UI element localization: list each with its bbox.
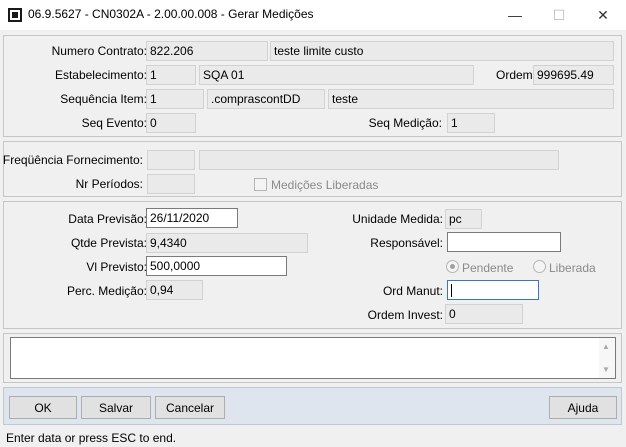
frequencia-field (147, 150, 195, 170)
frequencia-label: Freqüência Fornecimento: (2, 153, 143, 167)
liberada-radio[interactable] (533, 260, 546, 273)
ajuda-button[interactable]: Ajuda (549, 396, 617, 419)
qtde-prevista-label: Qtde Prevista: (70, 236, 147, 250)
estabelecimento-field: 1 (146, 65, 196, 85)
sequencia-item-field: 1 (146, 89, 204, 109)
numero-contrato-label: Numero Contrato: (51, 44, 147, 58)
perc-medicao-label: Perc. Medição: (66, 284, 147, 298)
maximize-button[interactable]: ☐ (536, 0, 582, 30)
item-desc-field: teste (328, 89, 614, 109)
scroll-up-icon[interactable]: ▲ (602, 342, 610, 351)
liberada-label: Liberada (549, 261, 596, 275)
data-previsao-input[interactable]: 26/11/2020 (146, 208, 238, 228)
medicoes-liberadas-checkbox[interactable] (254, 178, 267, 191)
status-bar-text: Enter data or press ESC to end. (6, 431, 177, 445)
frequencia-desc-field (199, 150, 559, 170)
seq-medicao-label: Seq Medição: (368, 116, 442, 130)
vl-previsto-input[interactable]: 500,0000 (146, 256, 287, 276)
ordem-invest-label: Ordem Invest: (367, 308, 443, 322)
nr-periodos-field (147, 174, 195, 194)
numero-contrato-field: 822.206 (146, 41, 268, 61)
contrato-desc-field: teste limite custo (270, 41, 614, 61)
memo-textarea[interactable]: ▲ ▼ (10, 337, 616, 379)
contract-info-group: Numero Contrato: 822.206 teste limite cu… (3, 35, 622, 137)
button-bar: OK Salvar Cancelar Ajuda (3, 387, 622, 425)
vl-previsto-label: Vl Previsto: (86, 260, 147, 274)
responsavel-label: Responsável: (370, 236, 443, 250)
estabelecimento-desc-field: SQA 01 (199, 65, 474, 85)
seq-evento-field: 0 (146, 113, 196, 133)
minimize-button[interactable]: — (492, 0, 538, 30)
measurement-group: Data Previsão: 26/11/2020 Qtde Prevista:… (3, 201, 622, 329)
memo-group: ▲ ▼ (3, 333, 622, 383)
item-code-field: .comprascontDD (207, 89, 325, 109)
ordem-label: Ordem: (496, 68, 537, 82)
unidade-medida-label: Unidade Medida: (352, 212, 443, 226)
pendente-label: Pendente (462, 261, 514, 275)
ok-button[interactable]: OK (9, 396, 77, 419)
title-bar: 06.9.5627 - CN0302A - 2.00.00.008 - Gera… (0, 0, 626, 30)
close-button[interactable]: ✕ (580, 0, 626, 30)
unidade-medida-field: pc (445, 209, 482, 229)
app-icon (8, 8, 22, 22)
ord-manut-label: Ord Manut: (382, 284, 443, 298)
perc-medicao-field: 0,94 (146, 280, 203, 300)
salvar-button[interactable]: Salvar (81, 396, 151, 419)
seq-medicao-field: 1 (447, 113, 495, 133)
text-caret (451, 284, 452, 297)
scroll-down-icon[interactable]: ▼ (602, 365, 610, 374)
data-previsao-label: Data Previsão: (68, 212, 147, 226)
qtde-prevista-field: 9,4340 (146, 233, 308, 253)
nr-periodos-label: Nr Períodos: (75, 177, 143, 191)
supply-group: Freqüência Fornecimento: Nr Períodos: Me… (3, 141, 622, 197)
seq-evento-label: Seq Evento: (81, 116, 147, 130)
responsavel-input[interactable] (447, 232, 561, 252)
sequencia-item-label: Sequência Item: (60, 92, 147, 106)
estabelecimento-label: Estabelecimento: (54, 68, 147, 82)
ordem-invest-field: 0 (445, 304, 523, 324)
window-title: 06.9.5627 - CN0302A - 2.00.00.008 - Gera… (28, 7, 314, 21)
pendente-radio[interactable] (446, 260, 459, 273)
cancelar-button[interactable]: Cancelar (155, 396, 225, 419)
ordem-field: 999695.49 (533, 65, 614, 85)
memo-scrollbar[interactable]: ▲ ▼ (599, 338, 615, 378)
ord-manut-input[interactable] (447, 280, 539, 300)
medicoes-liberadas-label: Medições Liberadas (271, 178, 379, 192)
